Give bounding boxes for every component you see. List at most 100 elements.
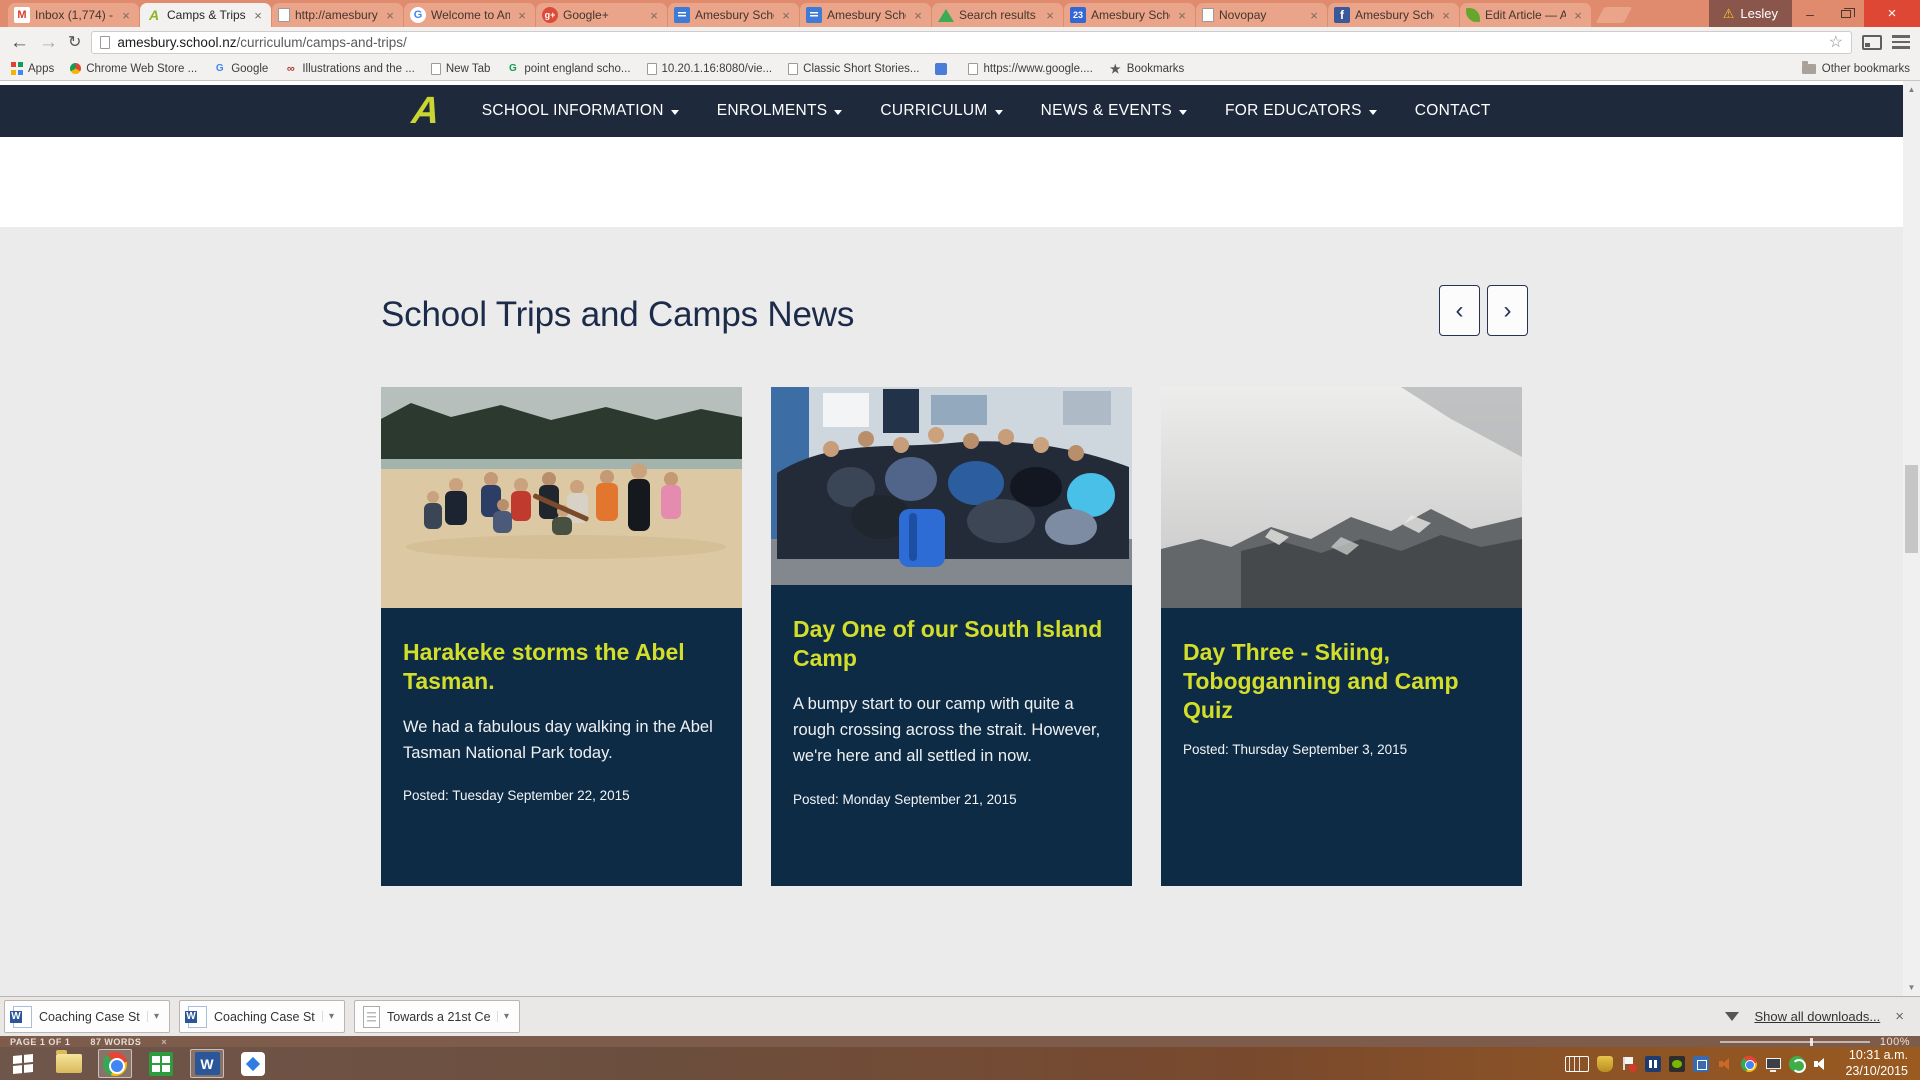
start-button[interactable] xyxy=(6,1049,40,1078)
taskbar-clock[interactable]: 10:31 a.m. 23/10/2015 xyxy=(1845,1048,1914,1079)
carousel-prev-button[interactable]: ‹ xyxy=(1439,285,1480,336)
tab-amesbury-calendar[interactable]: 23 Amesbury Schoo × xyxy=(1064,3,1195,27)
chrome-tray-icon[interactable] xyxy=(1741,1056,1757,1072)
tab-close-icon[interactable]: × xyxy=(251,9,265,22)
tab-close-icon[interactable]: × xyxy=(119,9,133,22)
menu-icon[interactable] xyxy=(1892,35,1910,49)
tab-close-icon[interactable]: × xyxy=(1043,9,1057,22)
card-title[interactable]: Harakeke storms the Abel Tasman. xyxy=(403,638,720,696)
download-item-coaching-1[interactable]: W Coaching Case Stu....docx ▾ xyxy=(4,1000,170,1033)
tab-close-icon[interactable]: × xyxy=(1439,9,1453,22)
scroll-down-icon[interactable]: ▼ xyxy=(1903,979,1920,996)
tab-title: Novopay xyxy=(1219,8,1302,22)
taskbar-green-app[interactable] xyxy=(144,1049,178,1078)
address-bar[interactable]: amesbury.school.nz /curriculum/camps-and… xyxy=(91,31,1852,54)
tab-camps-and-trips[interactable]: A Camps & Trips » × xyxy=(140,3,271,27)
nav-enrolments[interactable]: ENROLMENTS xyxy=(717,102,843,120)
bookmark-classic-stories[interactable]: Classic Short Stories... xyxy=(788,63,919,75)
sync-icon[interactable] xyxy=(1789,1056,1805,1072)
download-item-coaching-2[interactable]: W Coaching Case Stu....docx ▾ xyxy=(179,1000,345,1033)
news-card-abel-tasman[interactable]: Harakeke storms the Abel Tasman. We had … xyxy=(381,387,742,886)
window-controls: – × xyxy=(1792,0,1920,27)
nav-school-information[interactable]: SCHOOL INFORMATION xyxy=(482,102,679,120)
close-button[interactable]: × xyxy=(1864,0,1920,27)
back-button[interactable]: ← xyxy=(10,33,29,52)
tab-close-icon[interactable]: × xyxy=(383,9,397,22)
download-arrow-icon xyxy=(1725,1012,1739,1021)
tab-close-icon[interactable]: × xyxy=(911,9,925,22)
muted-speaker-icon[interactable] xyxy=(1717,1056,1733,1072)
taskbar-word[interactable]: W xyxy=(190,1049,224,1078)
tab-search-results[interactable]: Search results - × xyxy=(932,3,1063,27)
bookmark-webstore[interactable]: Chrome Web Store ... xyxy=(70,63,197,75)
scroll-up-icon[interactable]: ▲ xyxy=(1903,81,1920,98)
tab-close-icon[interactable]: × xyxy=(1175,9,1189,22)
bookmark-point-england[interactable]: G point england scho... xyxy=(506,62,630,75)
downloads-bar: W Coaching Case Stu....docx ▾ W Coaching… xyxy=(0,996,1920,1036)
tab-amesbury-doc-1[interactable]: Amesbury Schoo × xyxy=(668,3,799,27)
restore-button[interactable] xyxy=(1828,0,1864,27)
tab-welcome[interactable]: G Welcome to Am × xyxy=(404,3,535,27)
display-network-icon[interactable] xyxy=(1765,1056,1781,1072)
tab-novopay[interactable]: Novopay × xyxy=(1196,3,1327,27)
tab-gmail-inbox[interactable]: M Inbox (1,774) - p × xyxy=(8,3,139,27)
bookmark-blue-notes[interactable] xyxy=(935,63,952,75)
nav-news-events[interactable]: NEWS & EVENTS xyxy=(1041,102,1187,120)
bookmark-apps[interactable]: Apps xyxy=(10,62,54,75)
taskbar-chrome[interactable] xyxy=(98,1049,132,1078)
bookmark-bookmarks[interactable]: ★ Bookmarks xyxy=(1109,62,1185,75)
tab-close-icon[interactable]: × xyxy=(779,9,793,22)
downloads-close-icon[interactable]: × xyxy=(1895,1008,1904,1025)
nvidia-icon[interactable] xyxy=(1669,1056,1685,1072)
input-method-icon[interactable] xyxy=(1693,1056,1709,1072)
taskbar-dropbox[interactable] xyxy=(236,1049,270,1078)
nav-for-educators[interactable]: FOR EDUCATORS xyxy=(1225,102,1377,120)
security-shield-icon[interactable] xyxy=(1597,1056,1613,1072)
tab-close-icon[interactable]: × xyxy=(1571,9,1585,22)
bookmark-intranet[interactable]: 10.20.1.16:8080/vie... xyxy=(647,63,773,75)
page-scrollbar[interactable]: ▲ ▼ xyxy=(1903,81,1920,996)
bookmark-google[interactable]: G Google xyxy=(213,62,268,75)
amesbury-logo[interactable]: A xyxy=(410,92,441,130)
action-center-flag-icon[interactable] xyxy=(1621,1056,1637,1072)
show-all-downloads-link[interactable]: Show all downloads... xyxy=(1754,1009,1880,1024)
download-caret-icon[interactable]: ▾ xyxy=(322,1011,340,1022)
nav-contact[interactable]: CONTACT xyxy=(1415,102,1491,120)
bookmark-google-url[interactable]: https://www.google.... xyxy=(968,63,1092,75)
reload-button[interactable]: ↻ xyxy=(68,32,81,52)
cast-icon[interactable] xyxy=(1862,35,1882,50)
nav-curriculum[interactable]: CURRICULUM xyxy=(880,102,1002,120)
tab-edit-article[interactable]: Edit Article — A × xyxy=(1460,3,1591,27)
tab-amesbury-facebook[interactable]: f Amesbury Schoo × xyxy=(1328,3,1459,27)
url-path: /curriculum/camps-and-trips/ xyxy=(236,35,406,50)
page-icon xyxy=(788,63,798,75)
tab-google-plus[interactable]: g+ Google+ × xyxy=(536,3,667,27)
other-bookmarks-button[interactable]: Other bookmarks xyxy=(1802,63,1910,75)
new-tab-button[interactable] xyxy=(1596,7,1633,23)
download-caret-icon[interactable]: ▾ xyxy=(497,1011,515,1022)
taskbar-file-explorer[interactable] xyxy=(52,1049,86,1078)
carousel-next-button[interactable]: › xyxy=(1487,285,1528,336)
card-title[interactable]: Day One of our South Island Camp xyxy=(793,615,1110,673)
tab-title: Edit Article — A xyxy=(1485,8,1566,22)
download-caret-icon[interactable]: ▾ xyxy=(147,1011,165,1022)
forward-button[interactable]: → xyxy=(39,33,58,52)
download-item-towards-html[interactable]: Towards a 21st Cen....html ▾ xyxy=(354,1000,520,1033)
tab-amesbury-url[interactable]: http://amesbury × xyxy=(272,3,403,27)
blue-app-tray-icon[interactable] xyxy=(1645,1056,1661,1072)
bookmark-star-icon[interactable]: ☆ xyxy=(1829,32,1843,52)
minimize-button[interactable]: – xyxy=(1792,0,1828,27)
bookmark-new-tab[interactable]: New Tab xyxy=(431,63,491,75)
scrollbar-thumb[interactable] xyxy=(1905,465,1918,553)
volume-icon[interactable] xyxy=(1813,1056,1829,1072)
tab-close-icon[interactable]: × xyxy=(647,9,661,22)
profile-button[interactable]: ⚠ Lesley xyxy=(1709,0,1792,27)
news-card-skiing-day-three[interactable]: Day Three - Skiing, Tobogganning and Cam… xyxy=(1161,387,1522,886)
bookmark-illustrations[interactable]: ∞ Illustrations and the ... xyxy=(284,62,415,75)
tab-amesbury-doc-2[interactable]: Amesbury Schoo × xyxy=(800,3,931,27)
touch-keyboard-icon[interactable] xyxy=(1565,1056,1589,1072)
tab-close-icon[interactable]: × xyxy=(515,9,529,22)
tab-close-icon[interactable]: × xyxy=(1307,9,1321,22)
news-card-south-island-camp[interactable]: Day One of our South Island Camp A bumpy… xyxy=(771,387,1132,886)
card-title[interactable]: Day Three - Skiing, Tobogganning and Cam… xyxy=(1183,638,1500,724)
